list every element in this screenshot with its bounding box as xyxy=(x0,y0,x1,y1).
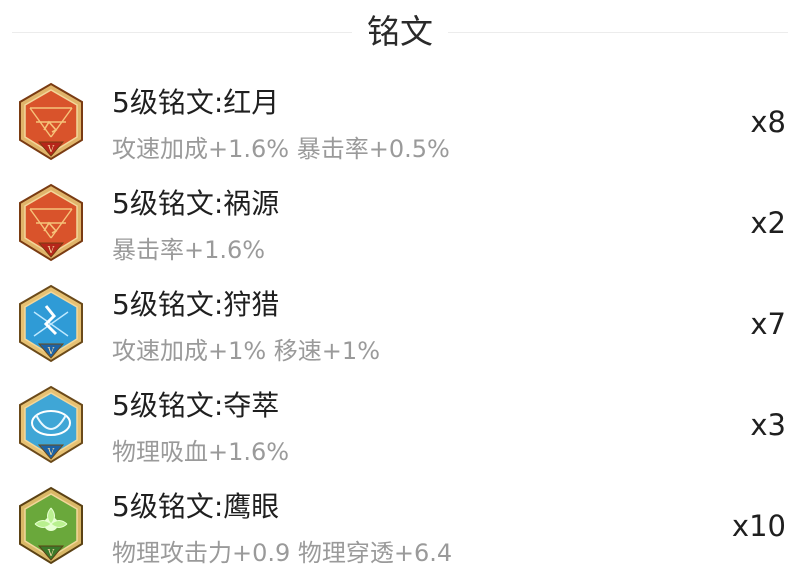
inscription-effect: 攻速加成+1.6% 暴击率+0.5% xyxy=(112,135,450,163)
inscription-name: 5级铭文:鹰眼 xyxy=(112,490,280,523)
inscription-name: 5级铭文:祸源 xyxy=(112,187,280,220)
header-divider-right xyxy=(448,32,788,33)
inscription-effect: 暴击率+1.6% xyxy=(112,236,266,264)
inscription-row[interactable]: V 5级铭文:鹰眼 物理攻击力+0.9 物理穿透+6.4 x10 xyxy=(0,476,800,577)
inscription-name: 5级铭文:狩猎 xyxy=(112,288,280,321)
svg-text:V: V xyxy=(47,246,55,256)
inscription-effect: 物理攻击力+0.9 物理穿透+6.4 xyxy=(112,539,453,567)
svg-text:V: V xyxy=(47,448,55,458)
inscription-count: x8 xyxy=(750,105,786,139)
inscription-count: x10 xyxy=(731,509,786,543)
red-inscription-icon: V xyxy=(19,82,83,161)
inscription-name: 5级铭文:夺萃 xyxy=(112,389,280,422)
inscription-row[interactable]: V 5级铭文:红月 攻速加成+1.6% 暴击率+0.5% x8 xyxy=(0,72,800,173)
inscription-effect: 攻速加成+1% 移速+1% xyxy=(112,337,380,365)
section-header: 铭文 xyxy=(0,0,800,66)
inscription-effect: 物理吸血+1.6% xyxy=(112,438,290,466)
red-inscription-icon: V xyxy=(19,183,83,262)
inscription-count: x2 xyxy=(750,206,786,240)
svg-text:V: V xyxy=(47,145,55,155)
blue-inscription-icon: V xyxy=(19,385,83,464)
inscription-row[interactable]: V 5级铭文:祸源 暴击率+1.6% x2 xyxy=(0,173,800,274)
blue-inscription-icon: V xyxy=(19,284,83,363)
svg-text:V: V xyxy=(47,347,55,357)
inscription-count: x3 xyxy=(750,408,786,442)
svg-text:V: V xyxy=(47,549,55,559)
inscription-row[interactable]: V 5级铭文:狩猎 攻速加成+1% 移速+1% x7 xyxy=(0,274,800,375)
inscription-name: 5级铭文:红月 xyxy=(112,86,280,119)
inscription-row[interactable]: V 5级铭文:夺萃 物理吸血+1.6% x3 xyxy=(0,375,800,476)
inscription-list: V 5级铭文:红月 攻速加成+1.6% 暴击率+0.5% x8 V 5级铭文:祸… xyxy=(0,72,800,577)
green-inscription-icon: V xyxy=(19,486,83,565)
inscription-count: x7 xyxy=(750,307,786,341)
